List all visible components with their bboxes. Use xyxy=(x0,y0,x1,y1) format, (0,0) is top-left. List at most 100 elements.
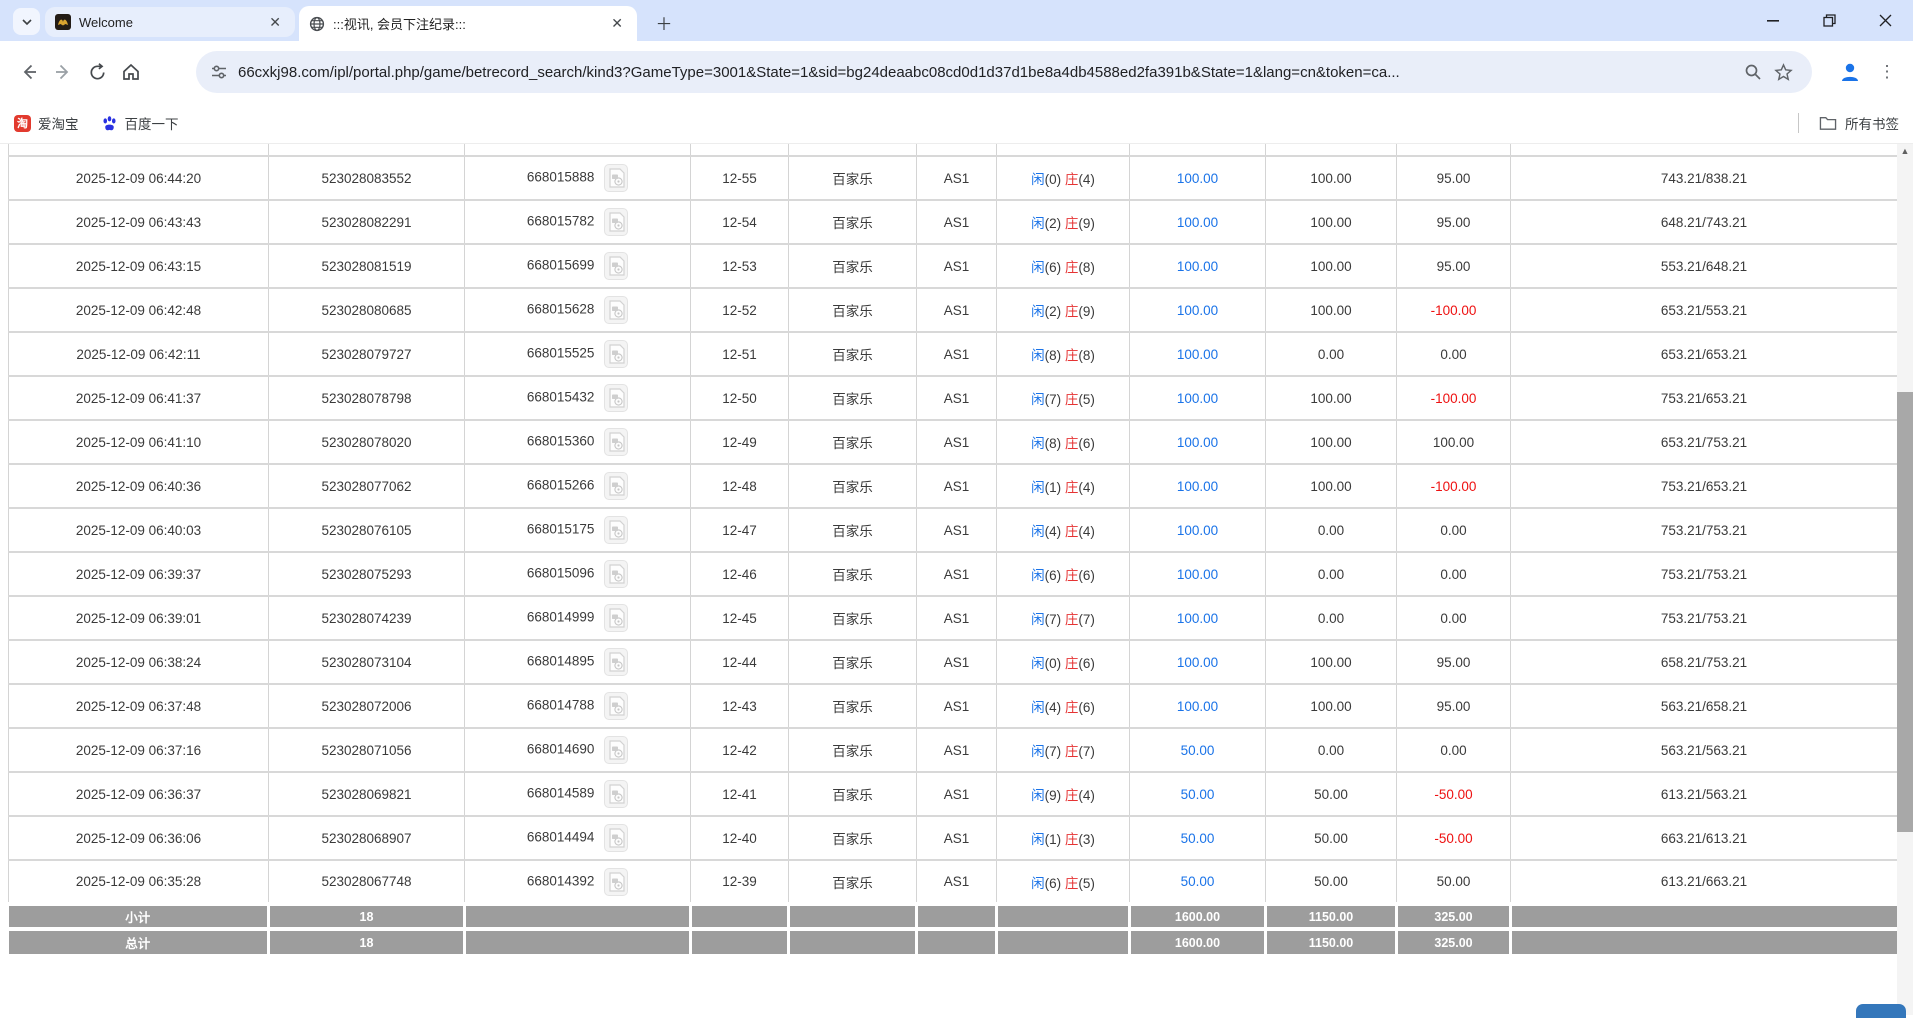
cell-bet_amount[interactable]: 100.00 xyxy=(1130,464,1266,508)
bet-amount-link[interactable]: 100.00 xyxy=(1177,303,1218,318)
page-scrollbar[interactable]: ▲ xyxy=(1897,144,1913,1015)
cell-valid_amount: 0.00 xyxy=(1266,728,1397,772)
bet-amount-link[interactable]: 100.00 xyxy=(1177,567,1218,582)
video-replay-icon[interactable] xyxy=(604,428,628,456)
cell-bet_no: 668015266 xyxy=(465,464,691,508)
bookmark-baidu[interactable]: 百度一下 xyxy=(93,113,187,133)
bet-amount-link[interactable]: 50.00 xyxy=(1181,787,1215,802)
restore-button[interactable] xyxy=(1801,0,1857,41)
tab-welcome[interactable]: Welcome ✕ xyxy=(45,7,295,37)
browser-menu-icon[interactable]: ⋮ xyxy=(1871,56,1903,88)
new-tab-button[interactable]: ＋ xyxy=(652,10,676,34)
profile-avatar[interactable] xyxy=(1834,56,1866,88)
bet-amount-link[interactable]: 100.00 xyxy=(1177,435,1218,450)
bet-amount-link[interactable]: 50.00 xyxy=(1181,831,1215,846)
player-points: (6) xyxy=(1045,568,1065,583)
video-replay-icon[interactable] xyxy=(604,780,628,808)
close-window-button[interactable] xyxy=(1857,0,1913,41)
player-label: 闲 xyxy=(1031,480,1045,495)
video-replay-icon[interactable] xyxy=(604,604,628,632)
cell-balance: 563.21/658.21 xyxy=(1511,684,1898,728)
cell-bet_amount[interactable]: 100.00 xyxy=(1130,376,1266,420)
cell-bet_amount[interactable]: 50.00 xyxy=(1130,728,1266,772)
bet-amount-link[interactable]: 100.00 xyxy=(1177,523,1218,538)
banker-points: (4) xyxy=(1078,524,1095,539)
cell-game: 百家乐 xyxy=(789,816,917,860)
page-content: 2025-12-09 06:44:20523028083552668015888… xyxy=(0,144,1913,1015)
address-bar[interactable]: 66cxkj98.com/ipl/portal.php/game/betreco… xyxy=(196,51,1812,93)
video-replay-icon[interactable] xyxy=(604,868,628,896)
cell-time: 2025-12-09 06:41:37 xyxy=(9,376,269,420)
video-replay-icon[interactable] xyxy=(604,736,628,764)
bet-amount-link[interactable]: 50.00 xyxy=(1181,874,1215,889)
bet-amount-link[interactable]: 100.00 xyxy=(1177,699,1218,714)
minimize-button[interactable] xyxy=(1745,0,1801,41)
video-replay-icon[interactable] xyxy=(604,208,628,236)
tab-close-icon[interactable]: ✕ xyxy=(265,14,285,31)
bet-amount-link[interactable]: 100.00 xyxy=(1177,259,1218,274)
video-replay-icon[interactable] xyxy=(604,648,628,676)
cell-bet_amount[interactable]: 100.00 xyxy=(1130,288,1266,332)
bet-amount-link[interactable]: 100.00 xyxy=(1177,171,1218,186)
zoom-icon[interactable] xyxy=(1738,57,1768,87)
all-bookmarks-button[interactable]: 所有书签 xyxy=(1798,113,1899,133)
video-replay-icon[interactable] xyxy=(604,472,628,500)
video-replay-icon[interactable] xyxy=(604,516,628,544)
video-replay-icon[interactable] xyxy=(604,692,628,720)
cell-id xyxy=(269,144,465,156)
bet-amount-link[interactable]: 100.00 xyxy=(1177,391,1218,406)
player-points: (6) xyxy=(1045,260,1065,275)
cell-bet_amount[interactable]: 100.00 xyxy=(1130,640,1266,684)
cell-table_name xyxy=(917,929,997,954)
tab-title: Welcome xyxy=(79,15,257,30)
bookmark-taobao[interactable]: 淘 爱淘宝 xyxy=(6,113,87,133)
cell-id: 523028083552 xyxy=(269,156,465,200)
cell-bet_amount[interactable]: 100.00 xyxy=(1130,200,1266,244)
tab-bet-record[interactable]: :::视讯, 会员下注纪录::: ✕ xyxy=(299,6,637,41)
video-replay-icon[interactable] xyxy=(604,252,628,280)
bet-amount-link[interactable]: 50.00 xyxy=(1181,743,1215,758)
cell-bet_amount[interactable]: 100.00 xyxy=(1130,332,1266,376)
cell-bet_amount[interactable]: 100.00 xyxy=(1130,684,1266,728)
back-button[interactable] xyxy=(12,55,46,89)
bet-amount-link[interactable]: 100.00 xyxy=(1177,347,1218,362)
video-replay-icon[interactable] xyxy=(604,164,628,192)
cell-win_loss: -50.00 xyxy=(1397,772,1511,816)
bet-amount-link[interactable]: 100.00 xyxy=(1177,479,1218,494)
cell-valid_amount: 0.00 xyxy=(1266,508,1397,552)
bet-number: 668014895 xyxy=(527,654,595,669)
tab-search-button[interactable] xyxy=(13,8,40,35)
cell-bet_amount[interactable]: 50.00 xyxy=(1130,860,1266,904)
player-label: 闲 xyxy=(1031,744,1045,759)
bookmark-star-icon[interactable] xyxy=(1768,57,1798,87)
cell-game: 百家乐 xyxy=(789,860,917,904)
forward-button[interactable] xyxy=(46,55,80,89)
cell-bet_amount[interactable]: 50.00 xyxy=(1130,772,1266,816)
refresh-button[interactable] xyxy=(80,55,114,89)
cell-bet_amount[interactable]: 100.00 xyxy=(1130,552,1266,596)
tab-close-icon[interactable]: ✕ xyxy=(607,15,627,32)
scrollbar-thumb[interactable] xyxy=(1897,392,1913,832)
cell-bet_amount[interactable]: 100.00 xyxy=(1130,156,1266,200)
floating-action-button[interactable] xyxy=(1856,1004,1906,1018)
cell-game: 百家乐 xyxy=(789,508,917,552)
video-replay-icon[interactable] xyxy=(604,384,628,412)
video-replay-icon[interactable] xyxy=(604,824,628,852)
video-replay-icon[interactable] xyxy=(604,340,628,368)
video-replay-icon[interactable] xyxy=(604,560,628,588)
cell-table_name: AS1 xyxy=(917,244,997,288)
cell-bet_amount[interactable]: 100.00 xyxy=(1130,508,1266,552)
site-settings-icon[interactable] xyxy=(210,63,228,81)
bet-amount-link[interactable]: 100.00 xyxy=(1177,611,1218,626)
scroll-up-arrow-icon[interactable]: ▲ xyxy=(1897,146,1913,156)
bet-amount-link[interactable]: 100.00 xyxy=(1177,655,1218,670)
home-button[interactable] xyxy=(114,55,148,89)
url-text[interactable]: 66cxkj98.com/ipl/portal.php/game/betreco… xyxy=(238,64,1738,81)
cell-bet_amount[interactable]: 100.00 xyxy=(1130,596,1266,640)
cell-bet_amount[interactable]: 100.00 xyxy=(1130,420,1266,464)
cell-bet_amount[interactable]: 50.00 xyxy=(1130,816,1266,860)
player-label: 闲 xyxy=(1031,656,1045,671)
video-replay-icon[interactable] xyxy=(604,296,628,324)
bet-amount-link[interactable]: 100.00 xyxy=(1177,215,1218,230)
cell-bet_amount[interactable]: 100.00 xyxy=(1130,244,1266,288)
